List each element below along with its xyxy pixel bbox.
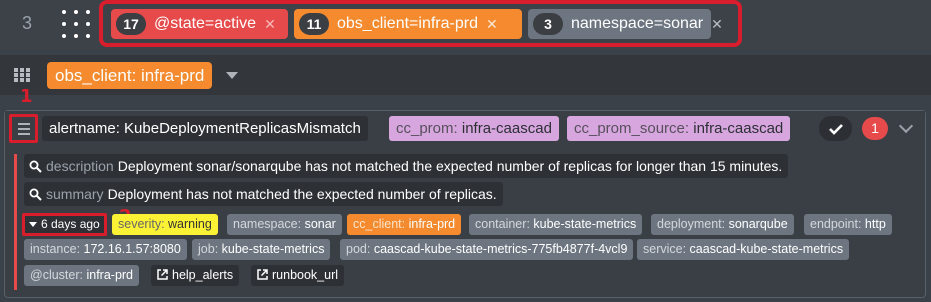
caret-down-icon (29, 222, 37, 227)
grid-label-key: obs_client (55, 66, 132, 85)
label-key: namespace (233, 217, 298, 231)
close-icon[interactable]: ✕ (486, 16, 498, 33)
label-value: sonar (304, 217, 336, 231)
label-job[interactable]: job: kube-state-metrics (192, 239, 331, 260)
label-key: severity (118, 217, 162, 231)
group-label-cc-prom-source[interactable]: cc_prom_source: infra-caascad (567, 116, 791, 141)
label-value: http (864, 217, 886, 231)
label-cluster[interactable]: @cluster: infra-prd (24, 265, 140, 286)
label-key: @cluster (30, 268, 80, 282)
link-label: help_alerts (172, 268, 234, 282)
link-help-alerts[interactable]: help_alerts (151, 265, 240, 286)
chevron-down-icon[interactable] (226, 72, 238, 79)
alert-count-badge: 1 (862, 117, 888, 140)
label-value: 172.16.1.57:8080 (83, 242, 181, 256)
filter-label: @state=active (154, 15, 257, 32)
label-instance[interactable]: instance: 172.16.1.57:8080 (24, 239, 187, 260)
annotation-description: description Deployment sonar/sonarqube h… (24, 154, 789, 178)
link-label: runbook_url (272, 268, 339, 282)
label-service[interactable]: service: caascad-kube-state-metrics (637, 239, 850, 260)
external-link-icon (257, 269, 268, 280)
group-menu-button[interactable] (9, 114, 38, 143)
filter-count: 17 (116, 13, 146, 35)
alert-age-dropdown[interactable]: 6 days ago (22, 213, 107, 236)
annotation-key: description (46, 158, 114, 174)
label-value: kube-state-metrics (221, 242, 325, 256)
filter-counter: 3 (21, 13, 32, 33)
label-key: instance (30, 242, 77, 256)
label-key: endpoint (810, 217, 858, 231)
check-icon (828, 123, 843, 135)
filter-pill-state[interactable]: 17 @state=active ✕ (111, 9, 288, 39)
label-endpoint[interactable]: endpoint: http (804, 214, 892, 235)
close-icon[interactable]: ✕ (264, 16, 276, 33)
alertname-key: alertname (49, 120, 116, 137)
filter-count: 11 (299, 13, 329, 35)
label-value: infra-caascad (693, 120, 784, 137)
label-key: job (198, 242, 215, 256)
grid-label-pill[interactable]: obs_client: infra-prd (47, 62, 213, 89)
search-icon (29, 188, 42, 201)
grid-label-value: infra-prd (141, 66, 205, 85)
label-value: sonarqube (728, 217, 788, 231)
label-pod[interactable]: pod: caascad-kube-state-metrics-775fb487… (340, 239, 634, 260)
filter-label: obs_client=infra-prd (337, 15, 478, 32)
external-link-icon (157, 269, 168, 280)
label-value: warning (168, 217, 212, 231)
label-cc-client[interactable]: cc_client: infra-prd (347, 214, 462, 235)
alert-group-header: alertname: KubeDeploymentReplicasMismatc… (5, 111, 925, 147)
label-namespace[interactable]: namespace: sonar (227, 214, 342, 235)
label-value: caascad-kube-state-metrics (689, 242, 844, 256)
label-key: container (475, 217, 527, 231)
alert-item: description Deployment sonar/sonarqube h… (14, 154, 918, 290)
label-severity[interactable]: severity: warning (112, 214, 218, 235)
filter-pill-namespace[interactable]: 3 namespace=sonar ✕ (528, 9, 723, 39)
label-container[interactable]: container: kube-state-metrics (469, 214, 643, 235)
alertname-value: KubeDeploymentReplicasMismatch (124, 120, 361, 137)
label-key: pod (346, 242, 367, 256)
annotation-marker-1: 1 (20, 86, 33, 107)
label-value: infra-prd (408, 217, 456, 231)
filter-label: namespace=sonar (571, 15, 704, 32)
filter-pill-obs-client[interactable]: 11 obs_client=infra-prd ✕ (294, 9, 522, 39)
search-icon (29, 160, 42, 173)
close-icon[interactable]: ✕ (711, 16, 723, 33)
link-runbook-url[interactable]: runbook_url (251, 265, 345, 286)
grid-header: obs_client: infra-prd (0, 55, 931, 95)
filters-highlight: 17 @state=active ✕ 11 obs_client=infra-p… (99, 0, 742, 47)
annotation-value: Deployment has not matched the expected … (107, 186, 497, 202)
label-value: kube-state-metrics (533, 217, 637, 231)
grid-icon (14, 68, 30, 82)
dots-menu-icon[interactable] (60, 8, 94, 42)
acknowledge-button[interactable] (819, 116, 852, 141)
label-value: infra-caascad (461, 120, 552, 137)
label-value: infra-prd (86, 268, 134, 282)
label-key: deployment (657, 217, 722, 231)
label-key: cc_client (353, 217, 402, 231)
filter-bar: 3 17 @state=active ✕ 11 obs_client=infra… (0, 0, 931, 50)
alert-group-card: alertname: KubeDeploymentReplicasMismatc… (4, 110, 926, 298)
group-label-cc-prom[interactable]: cc_prom: infra-caascad (389, 116, 559, 141)
label-key: cc_prom (396, 120, 454, 137)
label-key: cc_prom_source (574, 120, 685, 137)
annotation-value: Deployment sonar/sonarqube has not match… (117, 158, 783, 174)
label-key: service (643, 242, 683, 256)
alert-age: 6 days ago (41, 217, 100, 231)
filter-count: 3 (533, 13, 563, 35)
chevron-down-icon[interactable] (898, 118, 914, 134)
label-value: caascad-kube-state-metrics-775fb4877f-4v… (373, 242, 628, 256)
alertname-label[interactable]: alertname: KubeDeploymentReplicasMismatc… (42, 116, 368, 141)
annotation-summary: summary Deployment has not matched the e… (24, 182, 503, 206)
annotation-key: summary (46, 186, 104, 202)
label-deployment[interactable]: deployment: sonarqube (651, 214, 794, 235)
